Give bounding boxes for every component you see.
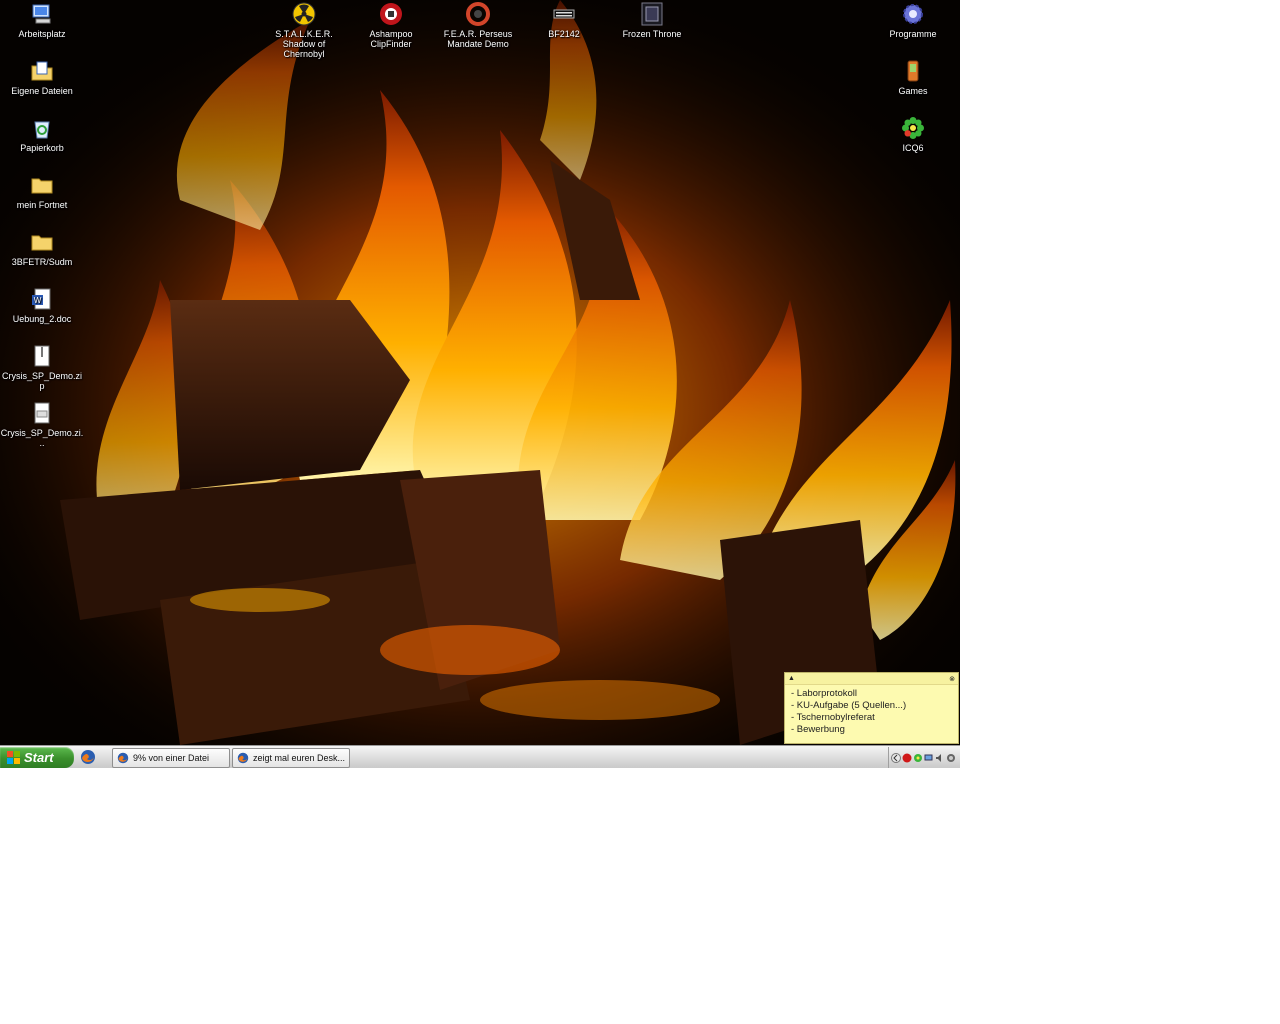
desktop-screen: Arbeitsplatz Eigene Dateien Papierkorb m… bbox=[0, 0, 960, 768]
fire-illustration bbox=[0, 0, 960, 745]
bf2142-icon bbox=[553, 9, 575, 19]
wallpaper-fire bbox=[0, 0, 960, 745]
tray-expand-icon[interactable] bbox=[891, 752, 901, 763]
tray-volume-icon[interactable] bbox=[935, 753, 945, 763]
note-list: - Laborprotokoll - KU-Aufgabe (5 Quellen… bbox=[791, 688, 958, 736]
my-documents-icon bbox=[31, 61, 53, 81]
clipfinder-icon bbox=[380, 3, 402, 25]
frozen-throne-icon bbox=[641, 2, 663, 26]
gear-icon bbox=[903, 4, 923, 24]
task-label: 9% von einer Datei bbox=[133, 753, 210, 763]
firefox-icon bbox=[237, 752, 249, 764]
desktop-icon-word-doc[interactable]: W Uebung_2.doc bbox=[0, 287, 84, 324]
note-close-icon[interactable]: ⊗ bbox=[949, 675, 955, 683]
my-computer-icon bbox=[32, 4, 51, 24]
desktop-icon-folder-fortnet[interactable]: mein Fortnet bbox=[0, 173, 84, 210]
note-item: - Tschernobylreferat bbox=[791, 712, 875, 723]
desktop-icon-my-documents[interactable]: Eigene Dateien bbox=[0, 59, 84, 96]
zip-file-icon bbox=[34, 345, 50, 367]
desktop-icon-frozen-throne[interactable]: Frozen Throne bbox=[610, 2, 694, 39]
folder-icon bbox=[31, 178, 53, 194]
text-file-icon bbox=[34, 402, 50, 424]
fear-icon bbox=[466, 2, 490, 26]
desktop-icon-programme[interactable]: Programme bbox=[871, 2, 955, 39]
desktop-icon-clipfinder[interactable]: Ashampoo ClipFinder bbox=[349, 2, 433, 49]
desktop-icon-crysis-file[interactable]: Crysis_SP_Demo.zi... bbox=[0, 401, 84, 448]
tray-icq-icon[interactable] bbox=[913, 753, 923, 763]
taskbar-item-forum[interactable]: zeigt mal euren Desk... bbox=[232, 748, 350, 768]
tray-antivirus-icon[interactable] bbox=[902, 753, 912, 763]
sticky-note[interactable]: ▲ ⊗ - Laborprotokoll - KU-Aufgabe (5 Que… bbox=[784, 672, 959, 744]
pda-icon bbox=[907, 60, 919, 82]
desktop-icon-recycle-bin[interactable]: Papierkorb bbox=[0, 116, 84, 153]
note-item: - KU-Aufgabe (5 Quellen...) bbox=[791, 700, 907, 711]
desktop-icon-stalker[interactable]: S.T.A.L.K.E.R. Shadow of Chernobyl bbox=[262, 2, 346, 59]
desktop-icon-games[interactable]: Games bbox=[871, 59, 955, 96]
note-item: - Bewerbung bbox=[791, 724, 845, 735]
folder-icon bbox=[31, 235, 53, 251]
windows-flag-icon bbox=[7, 751, 20, 764]
recycle-bin-icon bbox=[34, 121, 50, 139]
tray-network-icon[interactable] bbox=[924, 753, 934, 763]
quick-launch-firefox[interactable] bbox=[80, 749, 102, 766]
desktop-icon-crysis-zip[interactable]: Crysis_SP_Demo.zip bbox=[0, 344, 84, 391]
radiation-icon bbox=[292, 2, 316, 26]
note-item: - Laborprotokoll bbox=[791, 688, 858, 699]
desktop-icon-my-computer[interactable]: Arbeitsplatz bbox=[0, 2, 84, 39]
word-document-icon: W bbox=[32, 288, 51, 310]
desktop-icon-fear[interactable]: F.E.A.R. Perseus Mandate Demo bbox=[436, 2, 520, 49]
firefox-icon bbox=[117, 752, 129, 764]
firefox-icon bbox=[81, 750, 95, 764]
svg-text:W: W bbox=[34, 296, 42, 305]
start-label: Start bbox=[24, 750, 54, 765]
sticky-note-titlebar[interactable]: ▲ ⊗ bbox=[785, 673, 958, 685]
taskbar: Start 9% von einer Datei zeigt mal euren… bbox=[0, 745, 960, 768]
icq-flower-icon bbox=[902, 117, 924, 139]
desktop-icon-bf2142[interactable]: BF2142 bbox=[522, 2, 606, 39]
desktop-icon-icq[interactable]: ICQ6 bbox=[871, 116, 955, 153]
note-collapse-arrow-icon[interactable]: ▲ bbox=[788, 675, 795, 682]
taskbar-item-download[interactable]: 9% von einer Datei bbox=[112, 748, 230, 768]
system-tray bbox=[888, 747, 960, 768]
start-button[interactable]: Start bbox=[0, 747, 74, 768]
desktop-icon-folder-sudm[interactable]: 3BFETR/Sudm bbox=[0, 230, 84, 267]
tray-update-icon[interactable] bbox=[946, 753, 956, 763]
task-label: zeigt mal euren Desk... bbox=[253, 753, 346, 763]
